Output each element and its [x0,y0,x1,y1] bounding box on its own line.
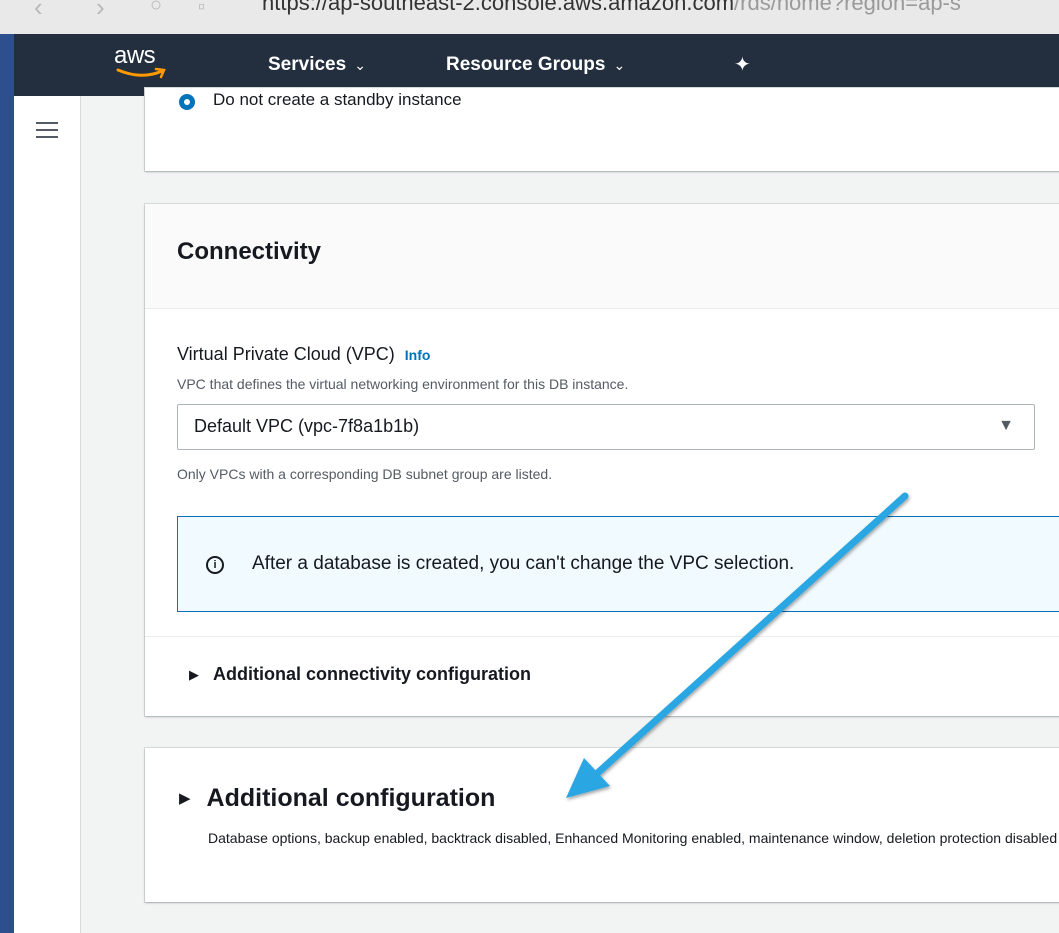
vpc-select-value: Default VPC (vpc-7f8a1b1b) [194,416,420,436]
url-text[interactable]: https://ap-southeast-2.console.aws.amazo… [262,0,961,16]
caret-right-icon: ▶ [179,790,191,807]
alert-text: After a database is created, you can't c… [252,553,795,574]
additional-configuration-description: Database options, backup enabled, backtr… [208,830,1058,846]
resource-groups-menu[interactable]: Resource Groups ⌄ [446,54,625,76]
connectivity-card: Connectivity Virtual Private Cloud (VPC)… [145,204,1059,716]
hamburger-menu-icon[interactable] [36,122,58,143]
aws-logo-text: aws [114,42,156,69]
standby-radio[interactable] [179,94,195,110]
services-menu[interactable]: Services ⌄ [268,54,366,76]
aws-top-nav: aws Services ⌄ Resource Groups ⌄ ✦ [14,34,1059,96]
additional-configuration-title: Additional configuration [206,784,496,812]
vpc-label: Virtual Private Cloud (VPC) Info [177,344,430,365]
additional-connectivity-expander[interactable]: ▶ Additional connectivity configuration [189,664,531,685]
chevron-down-icon: ⌄ [354,57,366,73]
services-label: Services [268,54,347,75]
vpc-info-alert: i After a database is created, you can't… [177,516,1059,612]
connectivity-header: Connectivity [145,204,1059,309]
info-icon: i [206,556,224,574]
page-icon: ▫ [198,0,206,18]
back-icon[interactable]: ‹ [34,0,43,23]
resource-groups-label: Resource Groups [446,54,606,75]
pin-icon[interactable]: ✦ [734,52,751,77]
vpc-label-text: Virtual Private Cloud (VPC) [177,344,395,364]
forward-icon[interactable]: › [96,0,105,23]
vpc-description: VPC that defines the virtual networking … [177,376,629,392]
additional-connectivity-label: Additional connectivity configuration [213,664,532,684]
aws-logo[interactable]: aws [114,42,166,79]
divider [145,636,1059,637]
caret-right-icon: ▶ [189,667,199,682]
vpc-hint: Only VPCs with a corresponding DB subnet… [177,466,553,482]
url-gray-part: /rds/home?region=ap-s [734,0,961,15]
additional-configuration-expander[interactable]: ▶ Additional configuration [179,784,495,813]
standby-option-label: Do not create a standby instance [213,90,462,109]
connectivity-title: Connectivity [177,238,322,265]
additional-configuration-card: ▶ Additional configuration Database optio… [145,748,1059,902]
dropdown-arrow-icon: ▼ [998,417,1014,434]
left-sidebar [14,96,81,933]
aws-smile-icon [116,67,166,79]
url-dark-part: https://ap-southeast-2.console.aws.amazo… [262,0,735,15]
reload-icon[interactable]: ○ [150,0,162,17]
info-link[interactable]: Info [405,347,431,363]
availability-card: Do not create a standby instance [145,88,1059,171]
window-edge [0,34,14,933]
browser-address-bar: ‹ › ○ ▫ https://ap-southeast-2.console.a… [0,0,1059,35]
chevron-down-icon: ⌄ [613,57,626,73]
vpc-select[interactable]: Default VPC (vpc-7f8a1b1b) ▼ [177,404,1035,450]
